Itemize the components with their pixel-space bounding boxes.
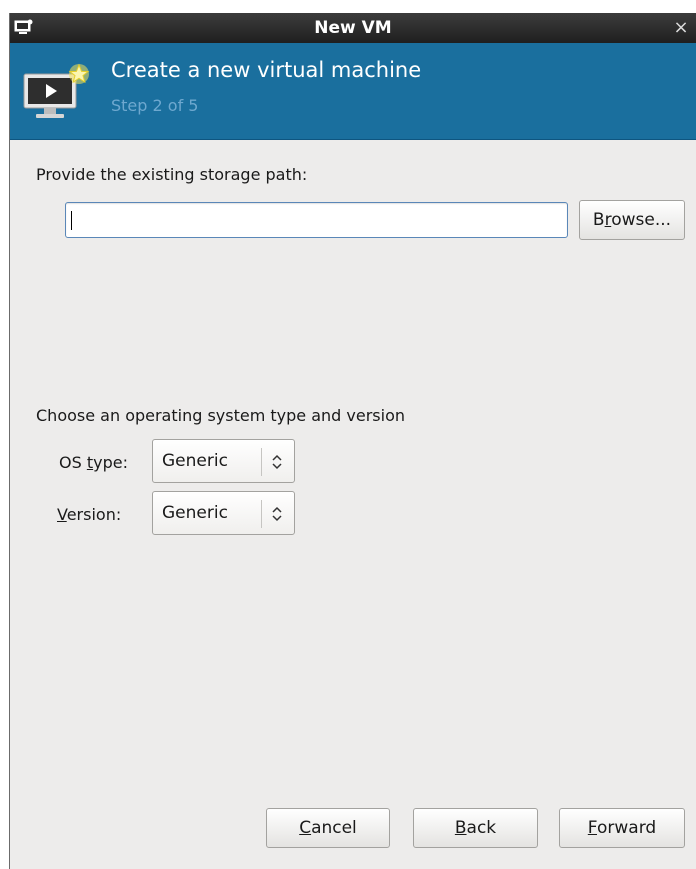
title-bar[interactable]: New VM × — [10, 13, 696, 43]
combo-separator — [261, 448, 262, 476]
forward-button[interactable]: Forward — [559, 808, 685, 848]
browse-button-label: Browse... — [592, 210, 672, 230]
os-type-value: Generic — [162, 451, 228, 471]
os-version-select[interactable]: Generic — [152, 491, 295, 535]
storage-path-input[interactable] — [65, 202, 568, 238]
os-section-label: Choose an operating system type and vers… — [36, 406, 406, 425]
text-caret — [71, 211, 72, 230]
wizard-step-indicator: Step 2 of 5 — [111, 96, 199, 115]
cancel-button-label: Cancel — [299, 818, 357, 838]
back-button[interactable]: Back — [413, 808, 538, 848]
close-icon[interactable]: × — [670, 17, 692, 39]
updown-arrows-icon — [269, 504, 285, 524]
os-type-label: OS type: — [59, 453, 128, 472]
updown-arrows-icon — [269, 452, 285, 472]
back-button-label: Back — [454, 818, 497, 838]
os-type-select[interactable]: Generic — [152, 439, 295, 483]
window-title: New VM — [314, 18, 392, 38]
os-version-value: Generic — [162, 503, 228, 523]
wizard-heading: Create a new virtual machine — [111, 58, 422, 82]
forward-button-label: Forward — [587, 818, 657, 838]
vm-monitor-new-icon — [22, 60, 94, 124]
browse-button[interactable]: Browse... — [579, 200, 685, 240]
cancel-button[interactable]: Cancel — [266, 808, 390, 848]
os-version-label: Version: — [57, 505, 122, 524]
wizard-header: Create a new virtual machine Step 2 of 5 — [10, 43, 696, 140]
combo-separator — [261, 500, 262, 528]
new-vm-dialog: New VM × Create a new virtual machine St… — [9, 13, 696, 869]
storage-path-label: Provide the existing storage path: — [36, 165, 308, 184]
